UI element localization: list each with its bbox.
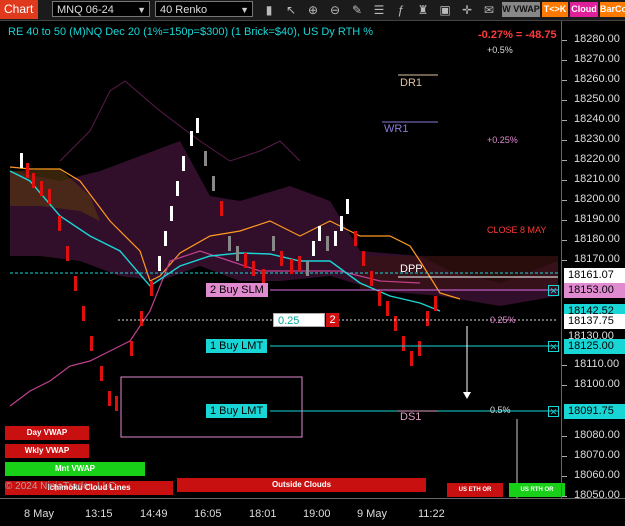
time-tick: 8 May: [24, 508, 54, 520]
candles-icon[interactable]: ▮: [261, 2, 277, 18]
bar-type-selector[interactable]: 40 Renko ▼: [155, 1, 253, 17]
close-order-icon[interactable]: ✕: [548, 406, 559, 417]
quantity-field[interactable]: 0.25: [273, 313, 325, 327]
level-ds1: DS1: [400, 411, 422, 423]
time-tick: 18:01: [249, 508, 277, 520]
level-minus-025: 0.25%: [490, 315, 516, 325]
price-tick: 18200.00: [562, 193, 620, 205]
time-tick: 13:15: [85, 508, 113, 520]
price-tick: 18280.00: [562, 33, 620, 45]
price-tick: 18260.00: [562, 73, 620, 85]
barco-button[interactable]: BarCo: [600, 2, 625, 17]
price-label-limit-2: 18091.75: [564, 404, 625, 419]
properties-icon[interactable]: ☰: [371, 2, 387, 18]
price-axis[interactable]: 18280.00 18270.00 18260.00 18250.00 1824…: [561, 21, 625, 501]
price-tick: 18220.00: [562, 153, 620, 165]
outside-clouds-button[interactable]: Outside Clouds: [177, 478, 426, 492]
price-tick: 18100.00: [562, 378, 620, 390]
zoom-in-icon[interactable]: ⊕: [305, 2, 321, 18]
price-tick: 18240.00: [562, 113, 620, 125]
down-arrow-head: [463, 392, 471, 399]
price-label-stop: 18153.00: [564, 283, 625, 298]
alerts-icon[interactable]: ✉: [481, 2, 497, 18]
price-tick: 18270.00: [562, 53, 620, 65]
instrument-selector[interactable]: MNQ 06-24 ▼: [52, 1, 150, 17]
time-tick: 9 May: [357, 508, 387, 520]
price-tick: 18110.00: [561, 358, 620, 370]
buy-limit-order-2[interactable]: 1 Buy LMT: [206, 404, 268, 418]
us-eth-or-button[interactable]: US ETH OR: [447, 483, 503, 497]
cloud-button[interactable]: Cloud: [570, 2, 598, 17]
time-tick: 11:22: [418, 508, 445, 520]
price-tick: 18170.00: [562, 253, 620, 265]
level-dr1: DR1: [400, 77, 423, 89]
price-tick: 18190.00: [562, 213, 620, 225]
w-vwap-button[interactable]: W VWAP: [502, 2, 540, 17]
buy-limit-order-1[interactable]: 1 Buy LMT: [206, 339, 268, 353]
indicators-icon[interactable]: ƒ: [393, 2, 409, 18]
time-tick: 16:05: [194, 508, 222, 520]
chevron-down-icon: ▼: [240, 5, 249, 15]
close-order-icon[interactable]: ✕: [548, 285, 559, 296]
time-axis[interactable]: 8 May 13:15 14:49 16:05 18:01 19:00 9 Ma…: [0, 498, 625, 526]
us-rth-or-button[interactable]: US RTH OR: [509, 483, 565, 497]
price-tick: 18250.00: [562, 93, 620, 105]
level-plus-025: +0.25%: [487, 135, 518, 145]
pointer-icon[interactable]: ↖: [283, 2, 299, 18]
price-label-cloud: 18161.07: [564, 268, 625, 283]
strategies-icon[interactable]: ♜: [415, 2, 431, 18]
mnt-vwap-button[interactable]: Mnt VWAP: [5, 462, 145, 476]
chart-tab[interactable]: Chart: [0, 0, 38, 19]
price-label-limit-1: 18125.00: [564, 339, 625, 354]
day-vwap-button[interactable]: Day VWAP: [5, 426, 89, 440]
price-tick: 18080.00: [562, 429, 620, 441]
pencil-icon[interactable]: ✎: [349, 2, 365, 18]
bar-type-label: 40 Renko: [160, 4, 208, 16]
level-plus-05: +0.5%: [487, 45, 513, 55]
tk-button[interactable]: T<>K: [542, 2, 568, 17]
camera-icon[interactable]: ▣: [437, 2, 453, 18]
wkly-vwap-button[interactable]: Wkly VWAP: [5, 444, 89, 458]
time-tick: 14:49: [140, 508, 168, 520]
price-tick: 18180.00: [562, 233, 620, 245]
level-minus-05: 0.5%: [490, 405, 511, 415]
level-wr1: WR1: [384, 123, 409, 135]
buy-stop-order[interactable]: 2 Buy SLM: [206, 283, 268, 297]
dpp-zone: [360, 256, 558, 289]
time-tick: 19:00: [303, 508, 331, 520]
chevron-down-icon: ▼: [137, 5, 146, 15]
copyright-watermark: © 2024 NinjaTrader, LLC: [5, 481, 116, 492]
crosshair-icon[interactable]: ✛: [459, 2, 475, 18]
level-dpp: DPP: [400, 263, 423, 275]
quantity-count[interactable]: 2: [326, 313, 339, 327]
price-plot[interactable]: RE 40 to 50 (M)NQ Dec 20 (1%=150p=$300) …: [0, 21, 565, 498]
price-label-last: 18137.75: [564, 314, 625, 329]
chart-toolbar: Chart MNQ 06-24 ▼ 40 Renko ▼ ▮ ↖ ⊕ ⊖ ✎ ☰…: [0, 0, 625, 21]
instrument-label: MNQ 06-24: [57, 4, 114, 16]
price-tick: 18070.00: [562, 449, 620, 461]
close-order-icon[interactable]: ✕: [548, 341, 559, 352]
price-tick: 18060.00: [562, 469, 620, 481]
price-tick: 18230.00: [562, 133, 620, 145]
chart-title: RE 40 to 50 (M)NQ Dec 20 (1%=150p=$300) …: [8, 26, 374, 38]
change-readout: -0.27% = -48.75: [478, 29, 557, 41]
price-tick: 18210.00: [562, 173, 620, 185]
level-close: CLOSE 8 MAY: [487, 225, 547, 235]
zoom-out-icon[interactable]: ⊖: [327, 2, 343, 18]
